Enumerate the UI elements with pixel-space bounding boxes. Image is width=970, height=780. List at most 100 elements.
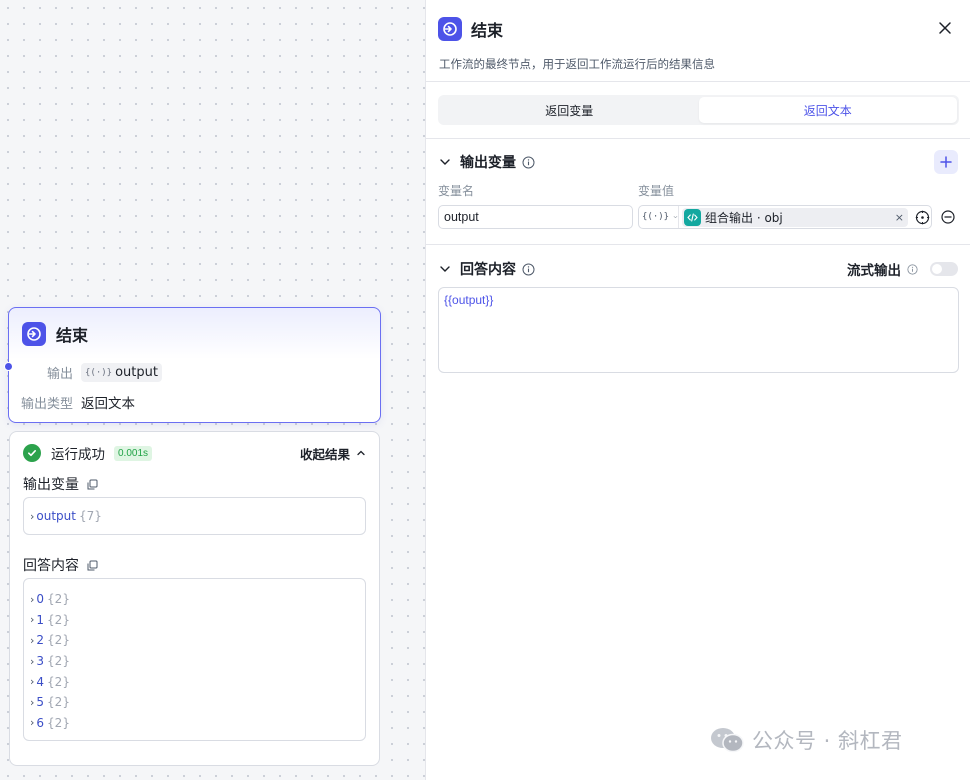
answer-content-section-header[interactable]: 回答内容 — [438, 258, 535, 280]
tab-return-text[interactable]: 返回文本 — [698, 97, 957, 123]
end-node-icon — [22, 322, 46, 346]
column-variable-name: 变量名 — [438, 184, 475, 198]
result-header: 运行成功 0.001s 收起结果 — [23, 443, 366, 463]
clear-reference-button[interactable]: × — [895, 211, 904, 224]
column-variable-value: 变量值 — [638, 184, 675, 198]
stream-output-control: 流式输出 — [847, 259, 958, 279]
watermark: 公众号 · 斜杠君 — [710, 725, 903, 755]
panel-title: 结束 — [471, 21, 504, 40]
add-variable-button[interactable] — [934, 150, 958, 174]
variable-name-input[interactable] — [438, 205, 633, 229]
json-tree-item[interactable]: › 5 {2} — [30, 692, 359, 713]
tab-return-variable[interactable]: 返回变量 — [440, 97, 699, 123]
result-answer-title-text: 回答内容 — [23, 558, 79, 574]
remove-variable-icon[interactable] — [941, 210, 955, 224]
json-tree-item[interactable]: › 2 {2} — [30, 630, 359, 651]
divider — [426, 138, 970, 139]
collapse-result-button[interactable]: 收起结果 — [300, 444, 366, 463]
chevron-right-icon: › — [30, 675, 35, 689]
chevron-right-icon: › — [30, 654, 35, 668]
info-icon[interactable] — [522, 156, 535, 169]
json-count: {2} — [47, 633, 70, 648]
return-mode-tabs: 返回变量 返回文本 — [438, 95, 959, 125]
json-key: 5 — [36, 695, 45, 710]
json-key: 4 — [36, 674, 45, 689]
chevron-down-icon — [673, 216, 678, 219]
divider — [426, 244, 970, 245]
json-key: output — [36, 509, 76, 524]
result-output-title-text: 输出变量 — [23, 477, 79, 493]
json-count: {2} — [47, 695, 70, 710]
success-check-icon — [23, 444, 41, 462]
node-output-type-row: 输出类型 返回文本 — [9, 392, 135, 412]
json-tree-item[interactable]: › output {7} — [30, 506, 359, 527]
json-count: {2} — [47, 715, 70, 730]
panel-header: 结束 — [438, 17, 503, 41]
node-output-type-value: 返回文本 — [81, 396, 135, 412]
node-output-type-label: 输出类型 — [20, 396, 73, 412]
chevron-right-icon: › — [30, 695, 35, 709]
stream-output-toggle[interactable] — [930, 262, 958, 276]
json-tree-item[interactable]: › 0 {2} — [30, 589, 359, 610]
json-tree-item[interactable]: › 3 {2} — [30, 651, 359, 672]
answer-content-section-title: 回答内容 — [460, 262, 516, 278]
node-header: 结束 — [22, 322, 88, 346]
end-node-icon — [438, 17, 462, 41]
json-key: 0 — [36, 592, 45, 607]
json-count: {2} — [47, 612, 70, 627]
toggle-knob — [932, 264, 942, 274]
node-output-row: 输出 {(·)} output — [9, 363, 162, 382]
json-count: {7} — [79, 509, 102, 524]
reference-label: 组合输出 · obj — [705, 210, 783, 225]
node-output-var-chip: {(·)} output — [81, 363, 162, 382]
output-variable-section-title: 输出变量 — [460, 155, 516, 171]
chevron-down-icon — [440, 266, 450, 272]
variable-brace-icon: {(·)} — [642, 212, 670, 222]
json-count: {2} — [47, 674, 70, 689]
json-count: {2} — [47, 592, 70, 607]
copy-icon[interactable] — [87, 560, 98, 571]
code-icon — [684, 208, 701, 226]
info-icon[interactable] — [522, 263, 535, 276]
output-variable-section-header[interactable]: 输出变量 — [438, 151, 958, 173]
node-config-panel: 结束 工作流的最终节点，用于返回工作流运行后的结果信息 返回变量 返回文本 输出… — [425, 0, 970, 780]
node-title: 结束 — [56, 326, 89, 345]
info-icon[interactable] — [907, 263, 918, 275]
divider — [426, 81, 970, 82]
chevron-right-icon: › — [30, 633, 35, 647]
json-key: 2 — [36, 633, 45, 648]
json-tree-item[interactable]: › 6 {2} — [30, 713, 359, 734]
end-node-card[interactable]: 结束 输出 {(·)} output 输出类型 返回文本 — [4, 307, 381, 423]
copy-icon[interactable] — [87, 479, 98, 490]
node-output-label: 输出 — [46, 367, 73, 382]
result-answer-box: › 0 {2} › 1 {2} › 2 {2} › 3 {2} › 4 {2} › 5 {2} › 6 {2… — [23, 578, 366, 741]
collapse-result-label: 收起结果 — [299, 446, 350, 462]
variable-reference-chip[interactable]: 组合输出 · obj × — [682, 207, 908, 227]
chevron-right-icon: › — [30, 592, 35, 606]
json-key: 6 — [36, 715, 45, 730]
result-output-title: 输出变量 — [23, 474, 98, 494]
target-icon[interactable] — [915, 210, 930, 225]
plus-icon — [940, 156, 952, 168]
stream-output-label: 流式输出 — [847, 263, 901, 279]
variable-value-field: {(·)} 组合输出 · obj × — [638, 205, 932, 229]
result-time-badge: 0.001s — [114, 445, 153, 461]
chevron-right-icon: › — [30, 509, 35, 523]
result-output-box: › output {7} — [23, 497, 366, 535]
chevron-right-icon: › — [30, 716, 35, 730]
answer-content-editor[interactable]: {{output}} — [438, 287, 959, 373]
variable-brace-icon: {(·)} — [85, 367, 113, 378]
chevron-up-icon — [357, 450, 365, 456]
panel-description: 工作流的最终节点，用于返回工作流运行后的结果信息 — [439, 57, 715, 71]
node-output-var: output — [115, 365, 158, 380]
json-key: 1 — [36, 612, 45, 627]
chevron-right-icon: › — [30, 613, 35, 627]
json-tree-item[interactable]: › 1 {2} — [30, 610, 359, 631]
result-answer-title: 回答内容 — [23, 555, 98, 575]
value-type-select[interactable]: {(·)} — [639, 206, 679, 228]
json-key: 3 — [36, 654, 45, 669]
close-icon[interactable] — [937, 20, 953, 36]
wechat-logo-icon — [711, 728, 744, 753]
run-result-panel: 运行成功 0.001s 收起结果 输出变量 › output {7} 回答内容 … — [9, 431, 380, 766]
json-tree-item[interactable]: › 4 {2} — [30, 671, 359, 692]
